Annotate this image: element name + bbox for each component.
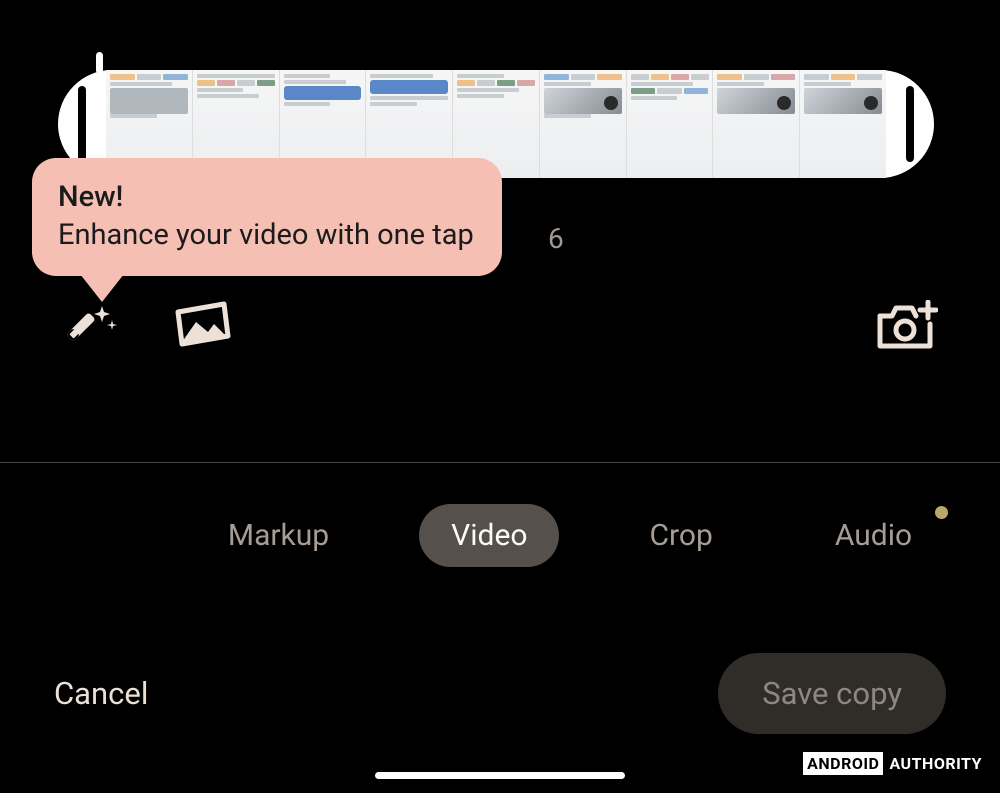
tab-audio[interactable]: Audio — [803, 504, 944, 567]
watermark: ANDROID AUTHORITY — [803, 752, 982, 775]
timeline-frame — [799, 70, 886, 178]
tab-video[interactable]: Video — [419, 504, 559, 567]
tooltip-title: New! — [58, 180, 474, 214]
camera-plus-icon[interactable] — [876, 300, 938, 354]
editor-tabs: Markup Video Crop Audio — [0, 504, 1000, 567]
tab-label: Markup — [228, 518, 329, 553]
playhead-marker[interactable] — [96, 52, 103, 74]
timeline-frame — [626, 70, 713, 178]
watermark-brand-boxed: ANDROID — [803, 752, 883, 775]
timestamp-partial: 6 — [548, 222, 564, 255]
watermark-brand-rest: AUTHORITY — [889, 754, 982, 773]
magic-wand-icon[interactable] — [66, 300, 122, 356]
tooltip-body: Enhance your video with one tap — [58, 218, 474, 252]
frame-photo-icon[interactable] — [174, 300, 232, 348]
tooltip-arrow — [80, 274, 124, 302]
tab-label: Audio — [835, 518, 912, 553]
tab-label: Crop — [649, 518, 712, 553]
cancel-button[interactable]: Cancel — [54, 675, 148, 712]
timeline-frame — [539, 70, 626, 178]
trim-handle-left[interactable] — [78, 86, 86, 162]
tool-row — [0, 300, 1000, 370]
tab-markup[interactable]: Markup — [196, 504, 361, 567]
action-bar: Cancel Save copy — [0, 653, 1000, 733]
section-divider — [0, 462, 1000, 463]
gesture-bar[interactable] — [375, 772, 625, 779]
new-indicator-dot — [935, 506, 948, 519]
trim-handle-right[interactable] — [906, 86, 914, 162]
tab-crop[interactable]: Crop — [617, 504, 744, 567]
tab-label: Video — [451, 518, 527, 553]
feature-tooltip: New! Enhance your video with one tap — [32, 158, 502, 276]
save-copy-button[interactable]: Save copy — [718, 653, 946, 734]
timeline-frame — [712, 70, 799, 178]
